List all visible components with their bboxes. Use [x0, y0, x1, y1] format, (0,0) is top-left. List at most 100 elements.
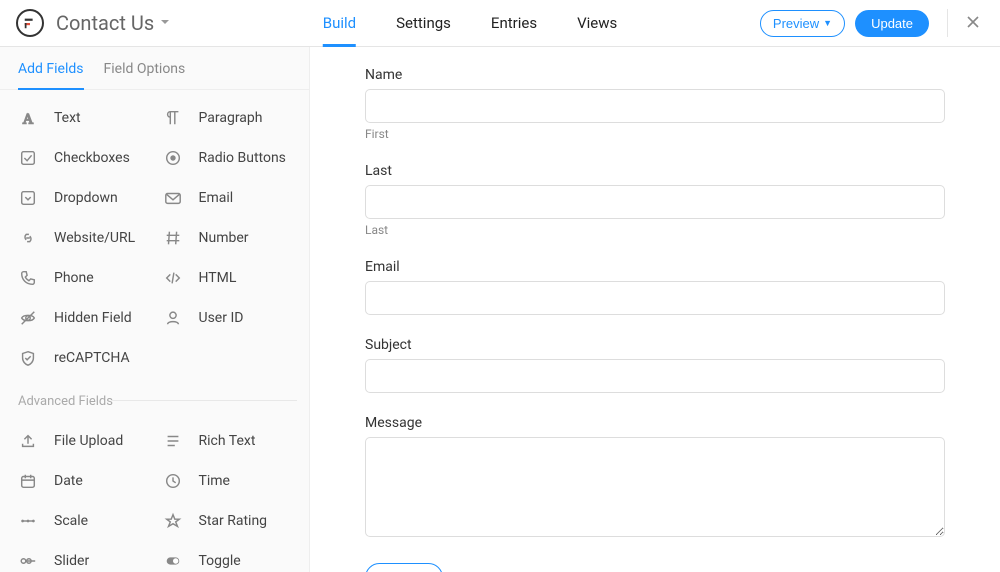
- field-type-label: Paragraph: [199, 110, 263, 126]
- scale-icon: [18, 511, 38, 531]
- richtext-icon: [163, 431, 183, 451]
- field-type-email[interactable]: Email: [155, 178, 300, 218]
- code-icon: [163, 268, 183, 288]
- paragraph-icon: [163, 108, 183, 128]
- field-type-hash[interactable]: Number: [155, 218, 300, 258]
- form-canvas: Name First Last Last Email Subject Message Sub…: [310, 47, 1000, 572]
- topnav-tab-build[interactable]: Build: [323, 0, 356, 46]
- field-type-label: Date: [54, 473, 83, 489]
- preview-button[interactable]: Preview ▼: [760, 10, 845, 37]
- field-type-label: Time: [199, 473, 230, 489]
- slider-icon: [18, 551, 38, 571]
- update-button[interactable]: Update: [855, 10, 929, 37]
- form-input-email[interactable]: [365, 281, 945, 315]
- field-type-label: reCAPTCHA: [54, 350, 130, 366]
- sidebar-tabs: Add Fields Field Options: [0, 47, 309, 90]
- form-sublabel: Last: [365, 223, 945, 237]
- chevron-down-icon: ▼: [823, 18, 832, 28]
- field-type-text[interactable]: A Text: [10, 98, 155, 138]
- form-label: Subject: [365, 337, 945, 353]
- field-type-label: Toggle: [199, 553, 241, 569]
- form-label: Name: [365, 67, 945, 83]
- upload-icon: [18, 431, 38, 451]
- topnav-tab-settings[interactable]: Settings: [396, 0, 451, 46]
- field-type-label: Star Rating: [199, 513, 268, 529]
- field-type-label: Checkboxes: [54, 150, 130, 166]
- form-field-1[interactable]: Last Last: [365, 163, 945, 237]
- field-type-label: Website/URL: [54, 230, 135, 246]
- dropdown-icon: [18, 188, 38, 208]
- form-sublabel: First: [365, 127, 945, 141]
- app-logo[interactable]: [16, 9, 44, 37]
- close-icon[interactable]: [962, 9, 984, 38]
- topbar-left: Contact Us: [16, 9, 170, 37]
- form-field-4[interactable]: Message: [365, 415, 945, 541]
- form-input-name[interactable]: [365, 89, 945, 123]
- hidden-icon: [18, 308, 38, 328]
- topnav-tab-entries[interactable]: Entries: [491, 0, 537, 46]
- field-type-label: Slider: [54, 553, 89, 569]
- field-type-label: Radio Buttons: [199, 150, 286, 166]
- submit-row: Submit: [365, 563, 945, 572]
- field-type-radio[interactable]: Radio Buttons: [155, 138, 300, 178]
- field-type-label: Number: [199, 230, 249, 246]
- field-type-time[interactable]: Time: [155, 461, 300, 501]
- form-input-subject[interactable]: [365, 359, 945, 393]
- field-type-dropdown[interactable]: Dropdown: [10, 178, 155, 218]
- field-type-label: Dropdown: [54, 190, 118, 206]
- field-type-shield[interactable]: reCAPTCHA: [10, 338, 155, 378]
- field-type-label: Text: [54, 110, 81, 126]
- topnav-tab-views[interactable]: Views: [577, 0, 617, 46]
- field-type-checkbox[interactable]: Checkboxes: [10, 138, 155, 178]
- checkbox-icon: [18, 148, 38, 168]
- form-title: Contact Us: [56, 11, 154, 35]
- field-type-user[interactable]: User ID: [155, 298, 300, 338]
- hash-icon: [163, 228, 183, 248]
- phone-icon: [18, 268, 38, 288]
- field-type-hidden[interactable]: Hidden Field: [10, 298, 155, 338]
- form-input-last[interactable]: [365, 185, 945, 219]
- field-type-toggle[interactable]: Toggle: [155, 541, 300, 572]
- text-icon: A: [18, 108, 38, 128]
- field-type-richtext[interactable]: Rich Text: [155, 421, 300, 461]
- form-input-message[interactable]: [365, 437, 945, 537]
- basic-fields-grid: A Text Paragraph Checkboxes Radio Buttons Dro…: [0, 90, 309, 386]
- form-field-2[interactable]: Email: [365, 259, 945, 315]
- field-type-link[interactable]: Website/URL: [10, 218, 155, 258]
- preview-label: Preview: [773, 16, 819, 31]
- form-field-0[interactable]: Name First: [365, 67, 945, 141]
- time-icon: [163, 471, 183, 491]
- radio-icon: [163, 148, 183, 168]
- advanced-fields-heading: Advanced Fields: [0, 386, 309, 413]
- submit-button[interactable]: Submit: [365, 563, 443, 572]
- shield-icon: [18, 348, 38, 368]
- toggle-icon: [163, 551, 183, 571]
- form-label: Last: [365, 163, 945, 179]
- chevron-down-icon: [160, 15, 170, 31]
- field-type-star[interactable]: Star Rating: [155, 501, 300, 541]
- tab-add-fields[interactable]: Add Fields: [18, 47, 84, 89]
- topbar-right: Preview ▼ Update: [760, 9, 984, 38]
- field-type-paragraph[interactable]: Paragraph: [155, 98, 300, 138]
- form-field-3[interactable]: Subject: [365, 337, 945, 393]
- tab-field-options[interactable]: Field Options: [104, 47, 186, 89]
- field-type-phone[interactable]: Phone: [10, 258, 155, 298]
- sidebar: Add Fields Field Options A Text Paragraph C…: [0, 47, 310, 572]
- field-type-upload[interactable]: File Upload: [10, 421, 155, 461]
- form-title-dropdown[interactable]: Contact Us: [56, 11, 170, 35]
- field-type-scale[interactable]: Scale: [10, 501, 155, 541]
- field-type-label: Email: [199, 190, 234, 206]
- field-type-slider[interactable]: Slider: [10, 541, 155, 572]
- field-type-label: Scale: [54, 513, 88, 529]
- field-type-label: User ID: [199, 310, 244, 326]
- email-icon: [163, 188, 183, 208]
- date-icon: [18, 471, 38, 491]
- field-type-label: Phone: [54, 270, 94, 286]
- svg-text:A: A: [23, 111, 34, 127]
- star-icon: [163, 511, 183, 531]
- field-type-label: HTML: [199, 270, 237, 286]
- field-type-code[interactable]: HTML: [155, 258, 300, 298]
- field-type-date[interactable]: Date: [10, 461, 155, 501]
- separator: [947, 9, 948, 37]
- topbar: Contact Us Build Settings Entries Views Pre…: [0, 0, 1000, 47]
